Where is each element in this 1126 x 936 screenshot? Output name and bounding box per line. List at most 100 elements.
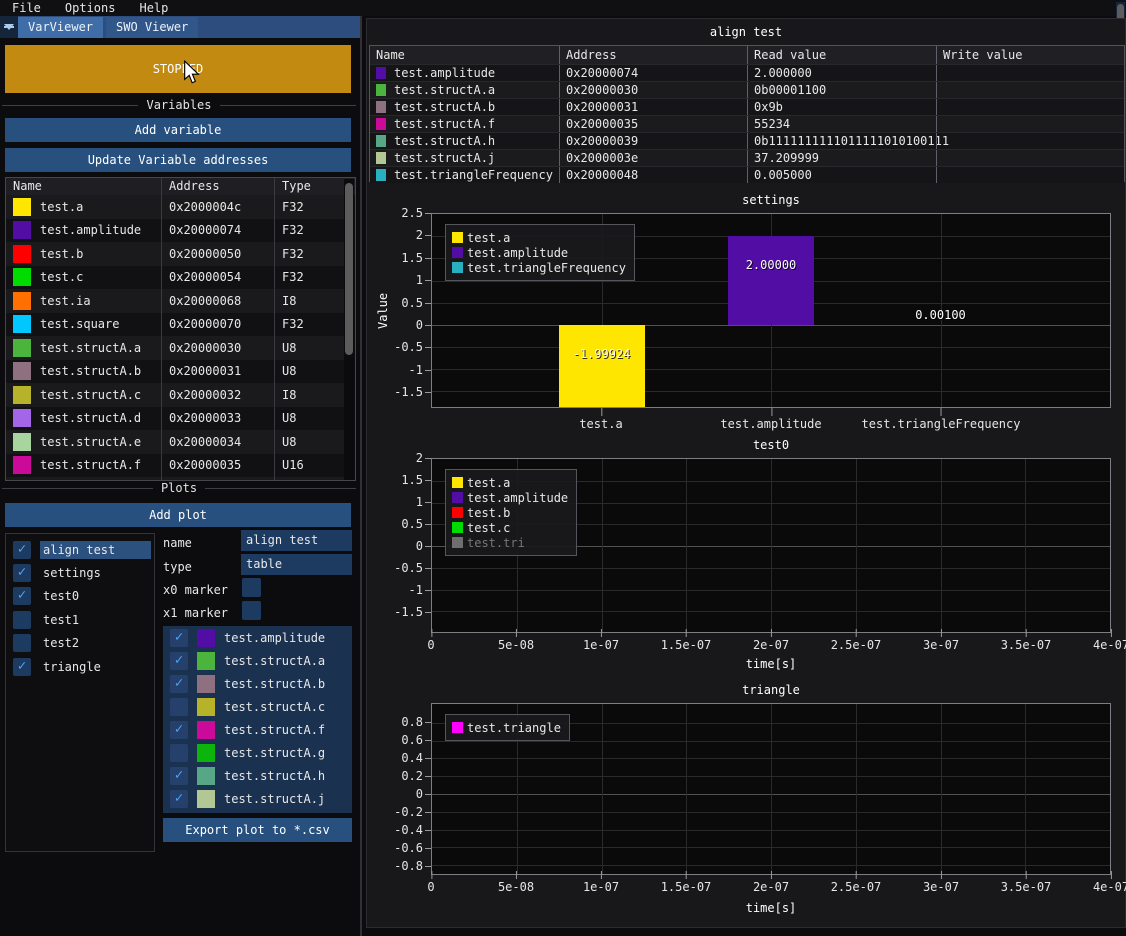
legend-item[interactable]: test.triangle xyxy=(452,720,561,735)
series-list-item[interactable]: ✓test.amplitude xyxy=(163,626,352,649)
table-row[interactable]: test.ia0x20000068I8 xyxy=(6,289,346,313)
series-list-item[interactable]: ✓test.structA.b xyxy=(163,672,352,695)
variables-scrollbar[interactable] xyxy=(344,179,354,481)
column-header[interactable]: Name xyxy=(370,46,559,64)
color-swatch[interactable] xyxy=(13,315,31,333)
column-header[interactable]: Read value xyxy=(747,46,936,64)
series-color-swatch[interactable] xyxy=(197,652,215,670)
series-checkbox[interactable]: ✓ xyxy=(170,790,188,808)
series-name[interactable]: test.structA.j xyxy=(224,792,325,806)
series-checkbox[interactable] xyxy=(170,698,188,716)
legend-item[interactable]: test.c xyxy=(452,520,568,535)
table-row[interactable]: test.structA.d0x20000033U8 xyxy=(6,407,346,431)
plot-list-item[interactable]: ✓ align test xyxy=(6,538,154,561)
menu-file[interactable]: File xyxy=(0,1,53,15)
table-row[interactable]: test.square0x20000070F32 xyxy=(6,313,346,337)
write-value[interactable] xyxy=(936,99,1124,115)
plot-list-item[interactable]: test2 xyxy=(6,632,154,655)
color-swatch[interactable] xyxy=(13,292,31,310)
series-color-swatch[interactable] xyxy=(197,629,215,647)
x0-marker-checkbox[interactable] xyxy=(242,578,261,597)
add-variable-button[interactable]: Add variable xyxy=(5,118,351,142)
panel-divider[interactable] xyxy=(360,16,362,936)
plot-visible-checkbox[interactable]: ✓ xyxy=(13,541,31,559)
plot-list-item[interactable]: ✓ triangle xyxy=(6,655,154,678)
series-color-swatch[interactable] xyxy=(197,698,215,716)
series-checkbox[interactable] xyxy=(170,744,188,762)
plot-name[interactable]: test2 xyxy=(40,634,151,652)
scrollbar-thumb[interactable] xyxy=(345,183,353,355)
table-row[interactable]: test.amplitude0x20000074F32 xyxy=(6,219,346,243)
series-checkbox[interactable]: ✓ xyxy=(170,767,188,785)
tab-varviewer[interactable]: VarViewer xyxy=(18,17,103,38)
series-list-item[interactable]: test.structA.g xyxy=(163,741,352,764)
table-row[interactable]: test.triangleFrequency0x200000480.005000 xyxy=(370,166,1124,183)
series-checkbox[interactable]: ✓ xyxy=(170,652,188,670)
write-value[interactable] xyxy=(936,82,1124,98)
plot-visible-checkbox[interactable] xyxy=(13,611,31,629)
table-row[interactable]: test.c0x20000054F32 xyxy=(6,266,346,290)
plot-name[interactable]: align test xyxy=(40,541,151,559)
series-name[interactable]: test.structA.b xyxy=(224,677,325,691)
series-checkbox[interactable]: ✓ xyxy=(170,813,188,814)
color-swatch[interactable] xyxy=(13,245,31,263)
series-checkbox[interactable]: ✓ xyxy=(170,721,188,739)
color-swatch[interactable] xyxy=(13,221,31,239)
collapse-arrow-icon[interactable] xyxy=(0,16,18,38)
table-row[interactable]: test.structA.f0x2000003555234 xyxy=(370,115,1124,132)
legend-item[interactable]: test.tri xyxy=(452,535,568,550)
table-row[interactable]: test.b0x20000050F32 xyxy=(6,242,346,266)
table-row[interactable]: test.structA.c0x20000032I8 xyxy=(6,383,346,407)
plot-list-item[interactable]: test1 xyxy=(6,608,154,631)
series-color-swatch[interactable] xyxy=(197,767,215,785)
plot-name-field[interactable]: align test xyxy=(241,530,352,551)
series-list-item[interactable]: ✓ test.structA.a xyxy=(163,649,352,672)
series-checkbox[interactable]: ✓ xyxy=(170,629,188,647)
table-row[interactable]: test.structA.a0x20000030U8 xyxy=(6,336,346,360)
series-list-item[interactable]: ✓ xyxy=(163,810,352,813)
series-color-swatch[interactable] xyxy=(197,721,215,739)
series-name[interactable]: test.structA.g xyxy=(224,746,325,760)
series-list-item[interactable]: test.structA.c xyxy=(163,695,352,718)
write-value[interactable] xyxy=(936,167,1124,183)
series-color-swatch[interactable] xyxy=(197,675,215,693)
plot-area[interactable]: test.atest.amplitudetest.triangleFrequen… xyxy=(431,213,1111,408)
export-csv-button[interactable]: Export plot to *.csv xyxy=(163,818,352,842)
series-color-swatch[interactable] xyxy=(197,813,215,814)
color-swatch[interactable] xyxy=(13,433,31,451)
legend-item[interactable]: test.amplitude xyxy=(452,490,568,505)
write-value[interactable] xyxy=(936,133,1124,149)
bar-test.amplitude[interactable] xyxy=(728,236,814,325)
color-swatch[interactable] xyxy=(13,409,31,427)
table-row[interactable]: test.structA.a0x200000300b00001100 xyxy=(370,81,1124,98)
menu-help[interactable]: Help xyxy=(127,1,180,15)
plot-type-field[interactable]: table xyxy=(241,554,352,575)
series-name[interactable]: test.structA.a xyxy=(224,654,325,668)
color-swatch[interactable] xyxy=(13,198,31,216)
legend-item[interactable]: test.a xyxy=(452,475,568,490)
series-name[interactable]: test.structA.c xyxy=(224,700,325,714)
series-color-swatch[interactable] xyxy=(197,744,215,762)
table-row[interactable]: test.structA.j0x2000003e37.209999 xyxy=(370,149,1124,166)
plot-name[interactable]: test0 xyxy=(40,587,151,605)
write-value[interactable] xyxy=(936,150,1124,166)
plot-visible-checkbox[interactable]: ✓ xyxy=(13,658,31,676)
legend-item[interactable]: test.amplitude xyxy=(452,245,626,260)
menu-options[interactable]: Options xyxy=(53,1,128,15)
column-header[interactable]: Address xyxy=(559,46,747,64)
plot-name[interactable]: test1 xyxy=(40,611,151,629)
plot-name[interactable]: triangle xyxy=(40,658,151,676)
column-header[interactable]: Write value xyxy=(936,46,1124,64)
column-header[interactable]: Address xyxy=(161,178,274,195)
table-row[interactable]: test.structA.b0x200000310x9b xyxy=(370,98,1124,115)
write-value[interactable] xyxy=(936,65,1124,81)
plot-name[interactable]: settings xyxy=(40,564,151,582)
table-row[interactable]: test.a0x2000004cF32 xyxy=(6,195,346,219)
plot-visible-checkbox[interactable]: ✓ xyxy=(13,564,31,582)
table-row[interactable]: test.structA.f0x20000035U16 xyxy=(6,454,346,478)
plot-area[interactable]: test.triangle xyxy=(431,703,1111,875)
column-header[interactable]: Type xyxy=(274,178,355,195)
color-swatch[interactable] xyxy=(13,386,31,404)
plot-area[interactable]: test.atest.amplitudetest.btest.ctest.tri xyxy=(431,458,1111,633)
table-row[interactable]: test.structA.b0x20000031U8 xyxy=(6,360,346,384)
